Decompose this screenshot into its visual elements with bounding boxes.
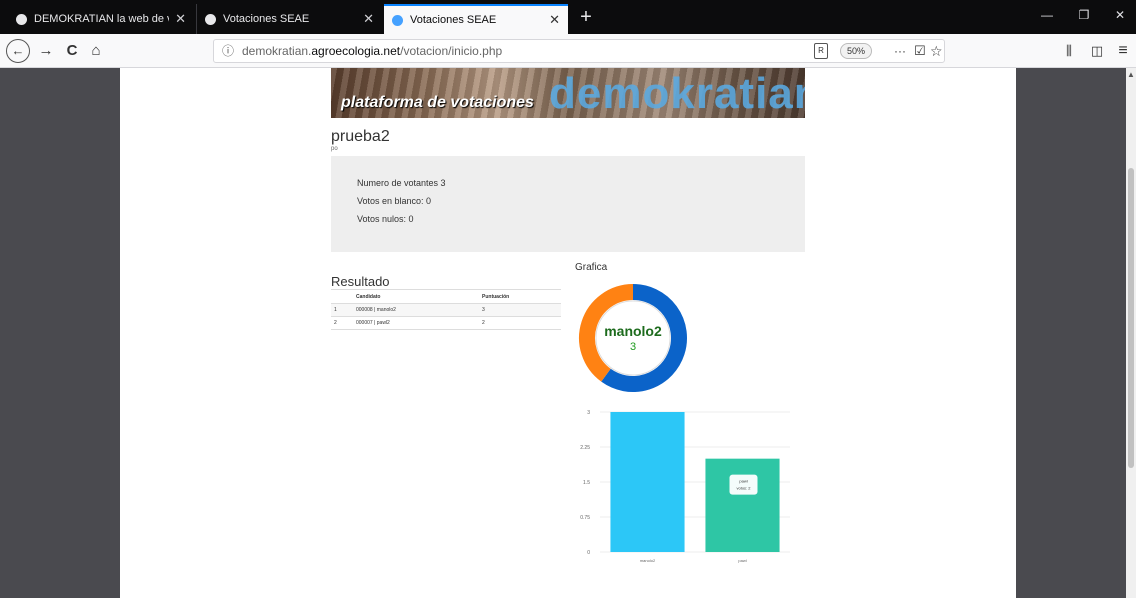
banner-brand: demokratian (549, 69, 805, 118)
scrollbar-thumb[interactable] (1128, 168, 1134, 468)
row-number: 1 (331, 303, 353, 317)
row-score: 3 (479, 303, 561, 317)
back-icon[interactable]: ← (6, 39, 30, 63)
url-text[interactable]: demokratian.agroecologia.net/votacion/in… (242, 40, 502, 62)
minimize-icon[interactable]: — (1037, 8, 1057, 22)
page-actions-icon[interactable]: ··· (894, 40, 906, 62)
row-candidate: 000008 | manolo2 (353, 303, 479, 317)
vote-subtitle: po (331, 146, 338, 152)
favicon-icon (392, 14, 403, 26)
url-prefix: demokratian. (242, 44, 312, 58)
favicon-icon (205, 13, 216, 25)
table-row: 1 000008 | manolo2 3 (331, 303, 561, 317)
y-tick-label: 2.25 (580, 445, 590, 451)
donut-center-value: 3 (630, 341, 636, 353)
bar-manolo2 (610, 412, 685, 552)
new-tab-button[interactable]: + (574, 4, 598, 32)
reload-icon[interactable]: C (60, 39, 84, 63)
site-banner: demokratian plataforma de votaciones (331, 68, 805, 118)
stat-voters: Numero de votantes 3 (357, 178, 446, 188)
tab-demokratian[interactable]: DEMOKRATIAN la web de vota ✕ (8, 4, 194, 34)
stat-null-votes: Votos nulos: 0 (357, 214, 414, 224)
sidebar-icon[interactable]: ◫ (1086, 39, 1108, 63)
forward-icon[interactable]: → (34, 39, 58, 63)
chart-section-title: Grafica (575, 262, 608, 273)
y-tick-label: 0.75 (580, 515, 590, 521)
column-header-candidate: Candidato (353, 289, 479, 304)
close-tab-icon[interactable]: ✕ (549, 12, 560, 28)
tab-title: Votaciones SEAE (223, 13, 310, 25)
close-tab-icon[interactable]: ✕ (363, 11, 374, 27)
row-candidate: 000007 | pawl2 (353, 316, 479, 330)
table-header-row: Candidato Puntuación (331, 289, 561, 304)
donut-center-label: manolo2 (604, 323, 662, 339)
url-path: /votacion/inicio.php (400, 44, 503, 58)
vote-title: prueba2 (331, 128, 390, 145)
close-tab-icon[interactable]: ✕ (175, 11, 186, 27)
favicon-icon (16, 13, 27, 25)
bookmark-star-icon[interactable]: ☆ (930, 40, 943, 62)
page-viewport: demokratian plataforma de votaciones pru… (0, 68, 1136, 598)
tab-strip: DEMOKRATIAN la web de vota ✕ Votaciones … (0, 0, 1136, 34)
table-row: 2 000007 | pawl2 2 (331, 316, 561, 330)
x-tick-label: pawl (738, 558, 746, 563)
row-number: 2 (331, 316, 353, 330)
web-page: demokratian plataforma de votaciones pru… (120, 68, 1016, 598)
bar-chart: 3 2.25 1.5 0.75 0 manolo2 pawl pawl votos: 2 (580, 410, 790, 563)
address-bar[interactable]: ⓘ demokratian.agroecologia.net/votacion/… (213, 39, 945, 63)
tab-title: Votaciones SEAE (410, 14, 497, 26)
tab-title: DEMOKRATIAN la web de vota (34, 13, 169, 25)
close-window-icon[interactable]: ✕ (1110, 8, 1130, 22)
donut-chart: manolo2 3 (579, 284, 687, 392)
tab-votaciones-active[interactable]: Votaciones SEAE ✕ (384, 4, 568, 34)
tooltip-title: pawl (739, 479, 747, 484)
results-table: Candidato Puntuación 1 000008 | manolo2 … (331, 289, 561, 330)
row-score: 2 (479, 316, 561, 330)
y-tick-label: 3 (587, 410, 590, 416)
scrollbar[interactable]: ▲ (1126, 68, 1136, 598)
x-tick-label: manolo2 (640, 558, 656, 563)
zoom-level-button[interactable]: 50% (840, 43, 873, 59)
banner-subtitle: plataforma de votaciones (341, 94, 534, 111)
results-title: Resultado (331, 274, 390, 289)
column-header (331, 289, 353, 304)
reader-view-icon[interactable]: R (814, 43, 828, 59)
vote-stats-panel: Numero de votantes 3 Votos en blanco: 0 … (331, 156, 805, 252)
library-icon[interactable]: ⫼ (1058, 39, 1080, 63)
y-tick-label: 1.5 (583, 480, 590, 486)
stat-blank-votes: Votos en blanco: 0 (357, 196, 432, 206)
tab-votaciones-1[interactable]: Votaciones SEAE ✕ (196, 4, 382, 34)
bar-tooltip (729, 474, 758, 495)
column-header-score: Puntuación (479, 289, 561, 304)
tooltip-text: votos: 2 (736, 486, 751, 491)
info-icon[interactable]: ⓘ (222, 40, 234, 62)
y-tick-label: 0 (587, 550, 590, 556)
scroll-up-icon[interactable]: ▲ (1127, 70, 1135, 79)
home-icon[interactable]: ⌂ (84, 39, 108, 63)
navigation-bar: ← → C ⌂ ⓘ demokratian.agroecologia.net/v… (0, 34, 1136, 68)
restore-icon[interactable]: ❐ (1074, 8, 1094, 22)
menu-icon[interactable]: ≡ (1112, 39, 1134, 63)
url-domain: agroecologia.net (311, 44, 401, 58)
pocket-icon[interactable]: ☑ (914, 40, 926, 62)
bar-pawl (705, 458, 780, 552)
